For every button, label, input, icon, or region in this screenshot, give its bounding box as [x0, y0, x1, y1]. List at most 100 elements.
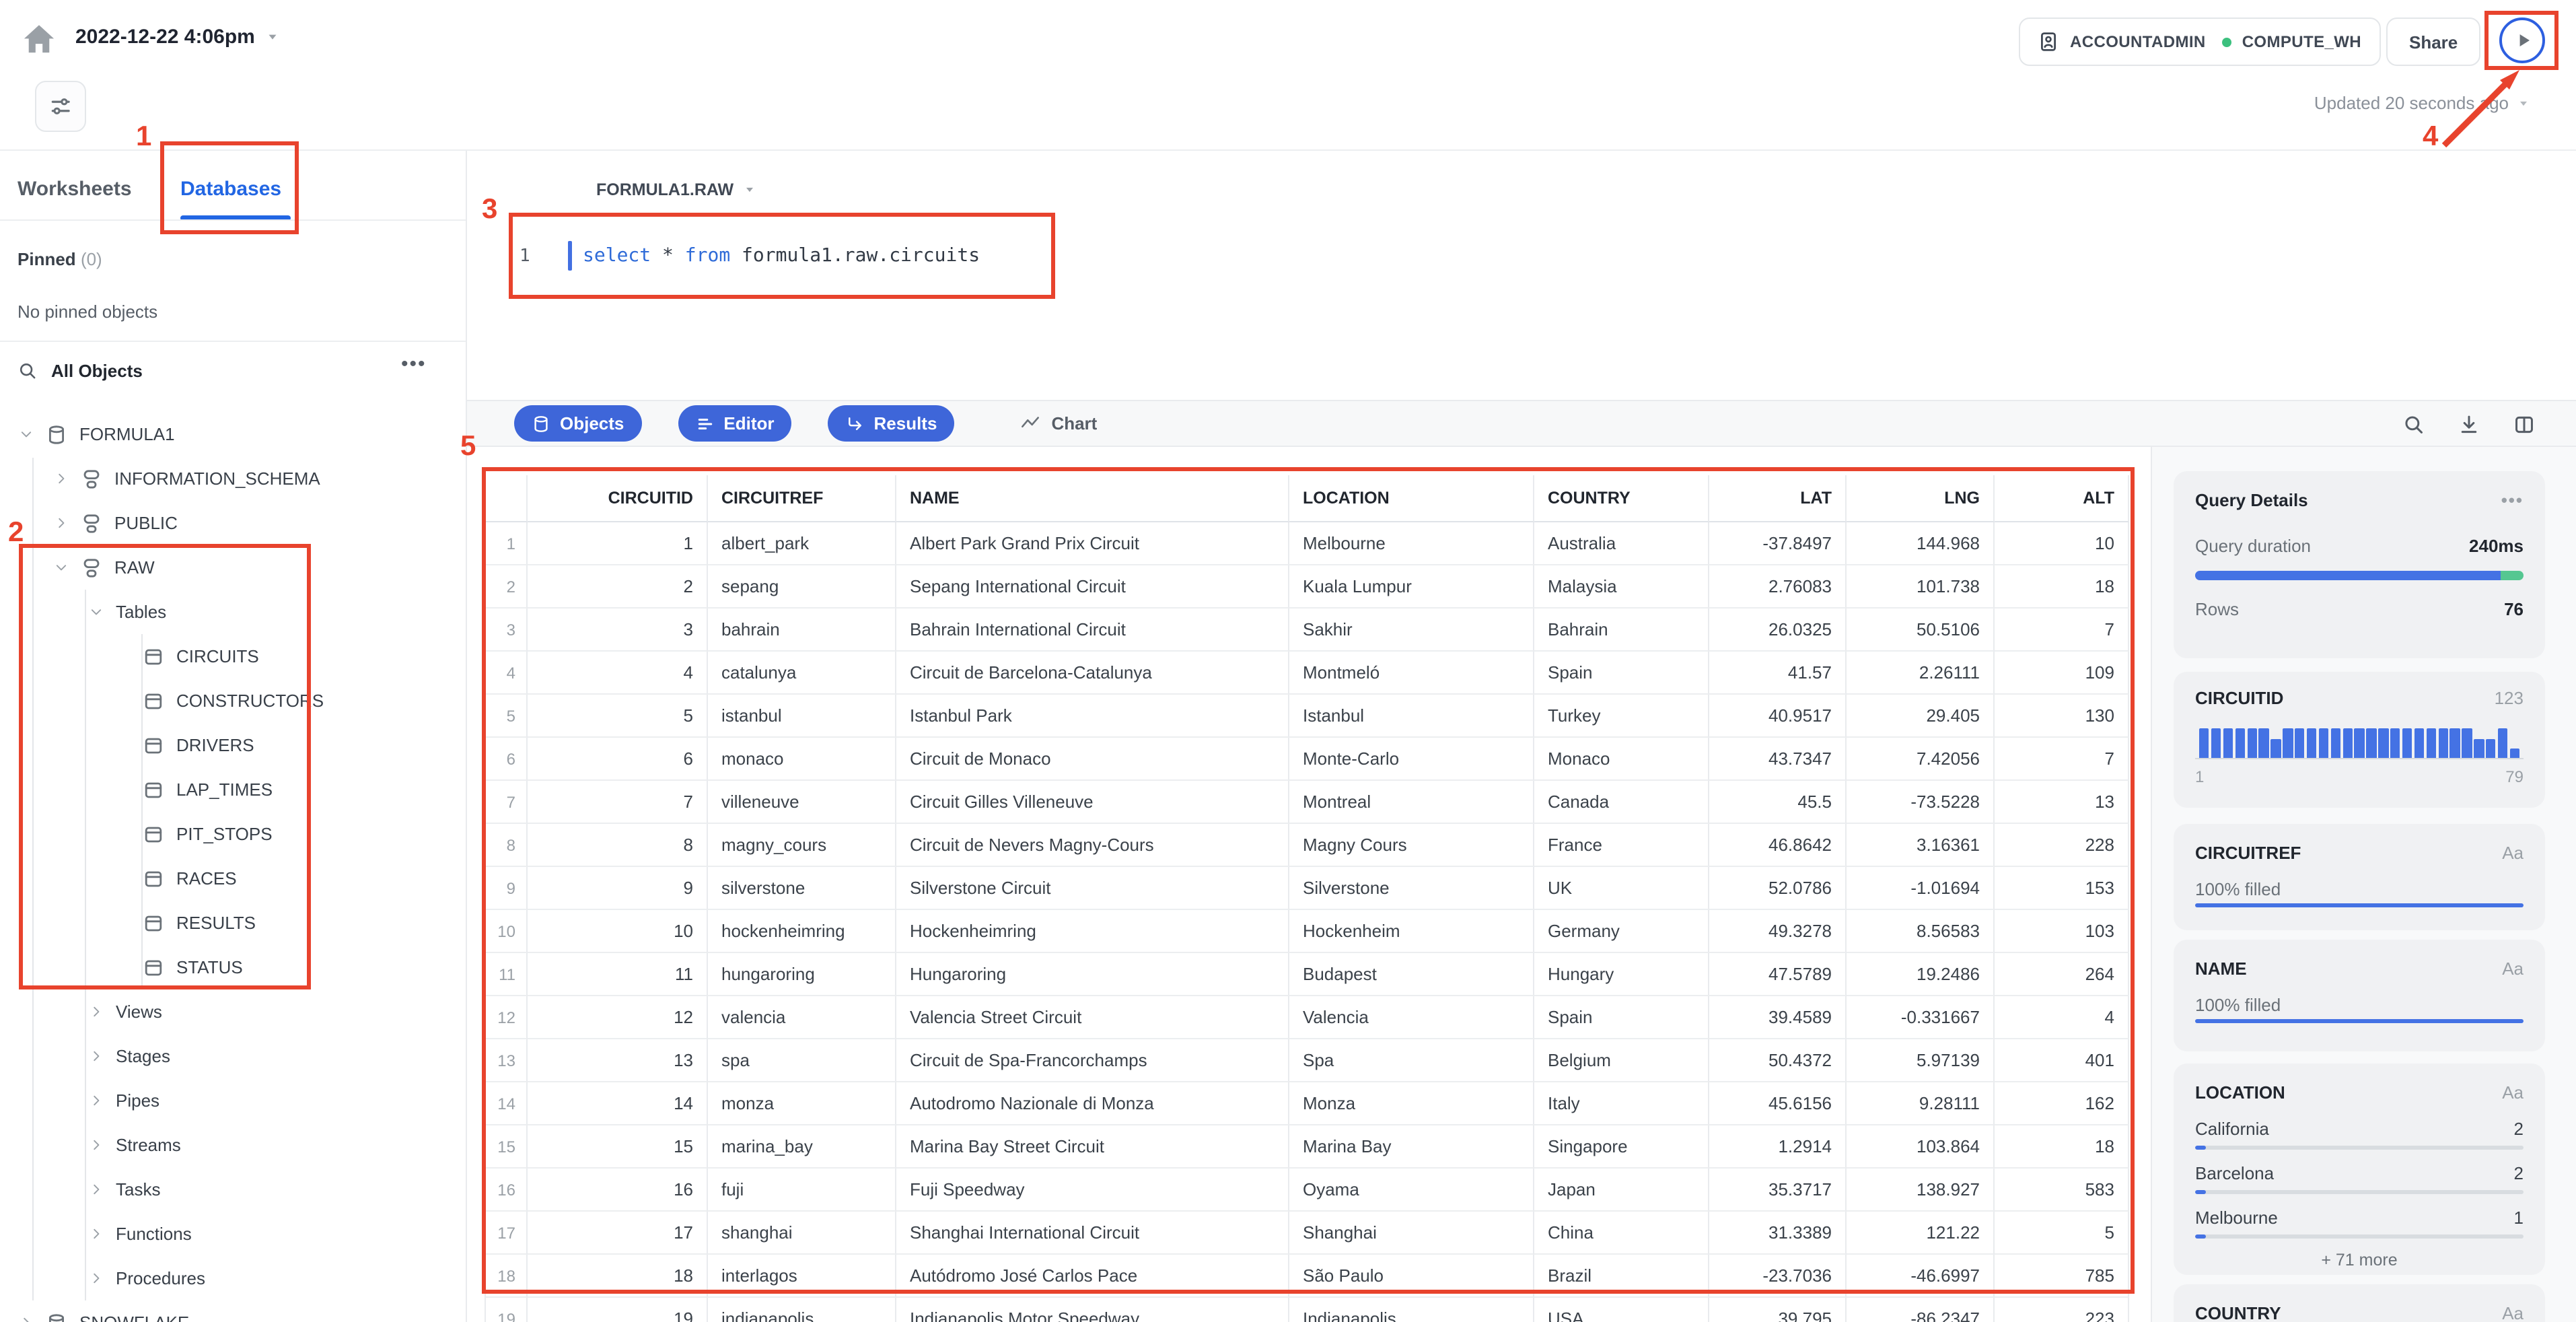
- chevron-down-icon[interactable]: [54, 560, 69, 575]
- table-cell[interactable]: Circuit de Barcelona-Catalunya: [896, 652, 1289, 695]
- table-cell[interactable]: Singapore: [1534, 1125, 1709, 1169]
- table-cell[interactable]: 18: [528, 1255, 708, 1298]
- table-cell[interactable]: 15: [528, 1125, 708, 1169]
- stat-card-name[interactable]: NAME Aa 100% filled: [2174, 940, 2545, 1051]
- table-cell[interactable]: Indianapolis: [1289, 1298, 1534, 1322]
- tree-item-information_schema[interactable]: INFORMATION_SCHEMA: [0, 456, 466, 501]
- table-cell[interactable]: Circuit de Nevers Magny-Cours: [896, 824, 1289, 867]
- tree-item-streams[interactable]: Streams: [0, 1123, 466, 1167]
- tab-objects[interactable]: Objects: [514, 405, 642, 442]
- table-cell[interactable]: 13: [1995, 781, 2129, 824]
- tree-item-pit_stops[interactable]: PIT_STOPS: [0, 812, 466, 856]
- table-cell[interactable]: shanghai: [708, 1212, 896, 1255]
- tree-item-raw[interactable]: RAW: [0, 545, 466, 590]
- chevron-down-icon[interactable]: [19, 427, 34, 442]
- table-cell[interactable]: 4: [1995, 996, 2129, 1039]
- table-cell[interactable]: 121.22: [1847, 1212, 1995, 1255]
- table-cell[interactable]: Hockenheimring: [896, 910, 1289, 953]
- table-cell[interactable]: 264: [1995, 953, 2129, 996]
- table-cell[interactable]: 41.57: [1709, 652, 1847, 695]
- table-cell[interactable]: 138.927: [1847, 1169, 1995, 1212]
- table-cell[interactable]: 18: [1995, 1125, 2129, 1169]
- table-cell[interactable]: -0.331667: [1847, 996, 1995, 1039]
- chevron-down-icon[interactable]: [89, 604, 104, 619]
- table-cell[interactable]: indianapolis: [708, 1298, 896, 1322]
- table-cell[interactable]: Turkey: [1534, 695, 1709, 738]
- table-cell[interactable]: Shanghai: [1289, 1212, 1534, 1255]
- tab-editor[interactable]: Editor: [678, 405, 792, 442]
- column-header-location[interactable]: LOCATION: [1289, 475, 1534, 522]
- table-cell[interactable]: marina_bay: [708, 1125, 896, 1169]
- tree-item-views[interactable]: Views: [0, 989, 466, 1034]
- context-selector[interactable]: ACCOUNTADMIN COMPUTE_WH: [2019, 18, 2381, 66]
- table-cell[interactable]: 9.28111: [1847, 1082, 1995, 1125]
- table-cell[interactable]: hockenheimring: [708, 910, 896, 953]
- table-cell[interactable]: 3.16361: [1847, 824, 1995, 867]
- table-cell[interactable]: 9: [528, 867, 708, 910]
- object-search[interactable]: All Objects: [17, 361, 143, 381]
- column-header-circuitid[interactable]: CIRCUITID: [528, 475, 708, 522]
- table-cell[interactable]: bahrain: [708, 608, 896, 652]
- table-cell[interactable]: monza: [708, 1082, 896, 1125]
- tree-item-formula1[interactable]: FORMULA1: [0, 412, 466, 456]
- table-cell[interactable]: Australia: [1534, 522, 1709, 565]
- card-menu-button[interactable]: •••: [2501, 490, 2524, 510]
- table-cell[interactable]: Sepang International Circuit: [896, 565, 1289, 608]
- table-cell[interactable]: 2.76083: [1709, 565, 1847, 608]
- stat-card-location[interactable]: LOCATION Aa California 2 Barcelona 2 Melbour…: [2174, 1064, 2545, 1275]
- tree-item-drivers[interactable]: DRIVERS: [0, 723, 466, 767]
- table-cell[interactable]: 6: [528, 738, 708, 781]
- table-cell[interactable]: 785: [1995, 1255, 2129, 1298]
- table-cell[interactable]: catalunya: [708, 652, 896, 695]
- download-icon[interactable]: [2458, 413, 2480, 436]
- table-cell[interactable]: Magny Cours: [1289, 824, 1534, 867]
- table-cell[interactable]: 19: [528, 1298, 708, 1322]
- table-cell[interactable]: Montreal: [1289, 781, 1534, 824]
- table-cell[interactable]: Sakhir: [1289, 608, 1534, 652]
- table-cell[interactable]: 46.8642: [1709, 824, 1847, 867]
- table-cell[interactable]: 8.56583: [1847, 910, 1995, 953]
- table-cell[interactable]: 39.795: [1709, 1298, 1847, 1322]
- table-cell[interactable]: 19.2486: [1847, 953, 1995, 996]
- tree-item-tasks[interactable]: Tasks: [0, 1167, 466, 1212]
- filters-button[interactable]: [35, 81, 86, 132]
- tree-item-public[interactable]: PUBLIC: [0, 501, 466, 545]
- table-cell[interactable]: 43.7347: [1709, 738, 1847, 781]
- sidebar-menu-button[interactable]: •••: [401, 353, 427, 376]
- table-cell[interactable]: Circuit de Spa-Francorchamps: [896, 1039, 1289, 1082]
- table-cell[interactable]: Hockenheim: [1289, 910, 1534, 953]
- table-cell[interactable]: 35.3717: [1709, 1169, 1847, 1212]
- table-cell[interactable]: 18: [1995, 565, 2129, 608]
- table-cell[interactable]: 17: [528, 1212, 708, 1255]
- chevron-right-icon[interactable]: [19, 1315, 34, 1322]
- table-cell[interactable]: Malaysia: [1534, 565, 1709, 608]
- table-cell[interactable]: silverstone: [708, 867, 896, 910]
- table-cell[interactable]: Oyama: [1289, 1169, 1534, 1212]
- table-cell[interactable]: sepang: [708, 565, 896, 608]
- table-cell[interactable]: villeneuve: [708, 781, 896, 824]
- table-cell[interactable]: 49.3278: [1709, 910, 1847, 953]
- table-cell[interactable]: -1.01694: [1847, 867, 1995, 910]
- table-cell[interactable]: Marina Bay: [1289, 1125, 1534, 1169]
- chevron-right-icon[interactable]: [54, 471, 69, 486]
- table-cell[interactable]: 12: [528, 996, 708, 1039]
- table-cell[interactable]: Bahrain International Circuit: [896, 608, 1289, 652]
- table-cell[interactable]: Montmeló: [1289, 652, 1534, 695]
- chevron-right-icon[interactable]: [54, 516, 69, 530]
- table-cell[interactable]: -23.7036: [1709, 1255, 1847, 1298]
- table-cell[interactable]: Budapest: [1289, 953, 1534, 996]
- table-cell[interactable]: 5: [528, 695, 708, 738]
- tab-chart[interactable]: Chart: [1020, 413, 1097, 433]
- run-button[interactable]: [2499, 18, 2544, 63]
- table-cell[interactable]: Japan: [1534, 1169, 1709, 1212]
- table-cell[interactable]: Circuit Gilles Villeneuve: [896, 781, 1289, 824]
- table-cell[interactable]: 8: [528, 824, 708, 867]
- table-cell[interactable]: Brazil: [1534, 1255, 1709, 1298]
- table-cell[interactable]: 223: [1995, 1298, 2129, 1322]
- tree-item-pipes[interactable]: Pipes: [0, 1078, 466, 1123]
- table-cell[interactable]: fuji: [708, 1169, 896, 1212]
- table-cell[interactable]: Melbourne: [1289, 522, 1534, 565]
- table-cell[interactable]: Autódromo José Carlos Pace: [896, 1255, 1289, 1298]
- table-cell[interactable]: Shanghai International Circuit: [896, 1212, 1289, 1255]
- tree-item-results[interactable]: RESULTS: [0, 901, 466, 945]
